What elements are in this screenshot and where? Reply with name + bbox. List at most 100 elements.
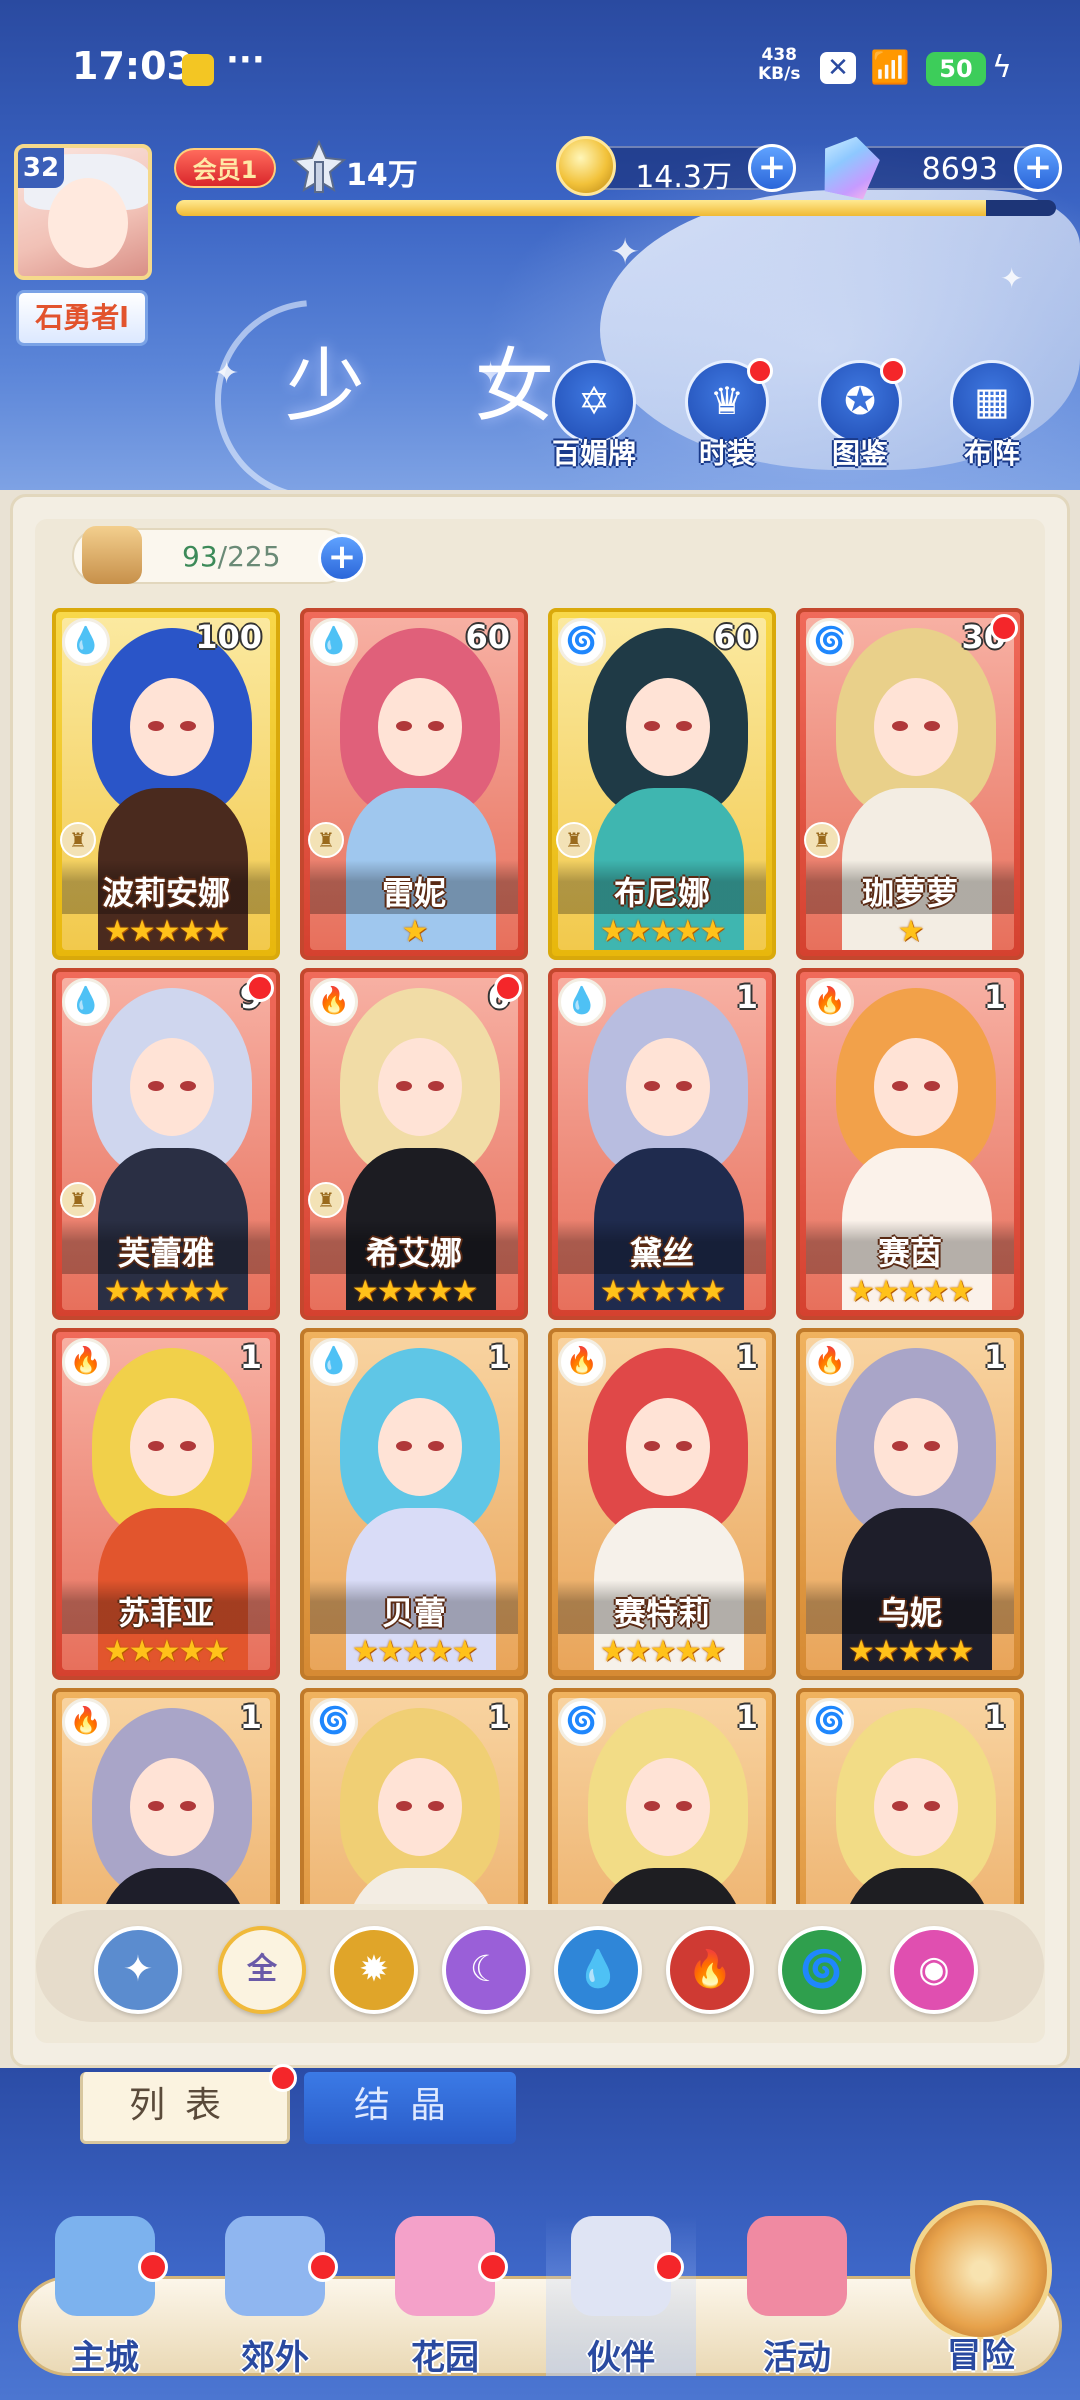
filter-wind-button[interactable]: 🌀 xyxy=(778,1926,866,2014)
function-button-4[interactable]: ▦ 布阵 xyxy=(940,360,1044,470)
partner-card[interactable]: 💧 1 黛丝 ★★★★★ xyxy=(548,968,776,1320)
partner-card[interactable]: 🌀 30 ♜ 珈萝萝 ★ xyxy=(796,608,1024,960)
function-button-3[interactable]: ✪ 图鉴 xyxy=(808,358,912,470)
sparkle-icon: ✦ xyxy=(1000,262,1024,295)
sparkle-icon: ✦ xyxy=(214,356,240,391)
nav-item-4[interactable]: 伙伴 xyxy=(546,2216,696,2378)
player-level: 32 xyxy=(18,148,64,188)
charging-icon: ϟ xyxy=(992,50,1012,85)
partner-card[interactable]: 💧 100 ♜ 波莉安娜 ★★★★★ xyxy=(52,608,280,960)
nav-item-3[interactable]: 花园 xyxy=(370,2216,520,2378)
function-button-2[interactable]: ♛ 时装 xyxy=(675,358,779,470)
function-button-1[interactable]: ✡ 百媚牌 xyxy=(542,360,646,470)
nav-adventure-label: 冒险 xyxy=(947,2336,1015,2376)
water-element-icon: 💧 xyxy=(62,618,110,666)
filter-collapse-button[interactable]: ✦ xyxy=(94,1926,182,2014)
notification-dot xyxy=(269,2064,297,2092)
filter-spirit-button[interactable]: ◉ xyxy=(890,1926,978,2014)
wind-element-icon: 🌀 xyxy=(310,1698,358,1746)
notification-dot xyxy=(308,2252,338,2282)
function-label: 图鉴 xyxy=(831,437,888,470)
partner-level: 60 xyxy=(713,618,758,656)
function-label: 百媚牌 xyxy=(551,437,636,470)
partner-name: 乌妮 xyxy=(877,1594,942,1632)
gold-amount: 14.3万 xyxy=(635,160,732,195)
avatar-face xyxy=(48,178,128,268)
partner-level: 1 xyxy=(735,978,758,1016)
partner-card[interactable]: 🌀 1 xyxy=(548,1688,776,1904)
exp-progress-bar xyxy=(176,200,1056,216)
partner-level: 60 xyxy=(465,618,510,656)
vip-badge[interactable]: 会员1 xyxy=(174,148,276,188)
partner-name: 波莉安娜 xyxy=(101,874,230,912)
nav-label: 郊外 xyxy=(241,2338,309,2378)
tab-crystal[interactable]: 结晶 xyxy=(304,2072,516,2144)
add-gems-button[interactable]: + xyxy=(1014,144,1062,192)
partner-card[interactable]: 💧9♜芙蕾雅★★★★★ xyxy=(52,968,280,1320)
partner-card[interactable]: 🔥 1 乌妮 ★★★★★ xyxy=(796,1328,1024,1680)
filter-water-button[interactable]: 💧 xyxy=(554,1926,642,2014)
capacity-text: 93/225 xyxy=(182,540,281,573)
wifi-icon: 📶 xyxy=(870,48,910,86)
player-avatar[interactable]: 32 xyxy=(14,144,152,280)
star-rating: ★★★★★ xyxy=(847,1634,974,1669)
partner-card[interactable]: 🔥 1 赛特莉 ★★★★★ xyxy=(548,1328,776,1680)
gold-coin-icon xyxy=(556,136,616,196)
partner-card[interactable]: 💧 1 贝蕾 ★★★★★ xyxy=(300,1328,528,1680)
star-rating: ★★★★★ xyxy=(351,1634,478,1669)
partner-level: 1 xyxy=(983,1698,1006,1736)
nav-item-2[interactable]: 郊外 xyxy=(200,2216,350,2378)
battery-indicator: 50 xyxy=(926,52,986,86)
filter-fire-button[interactable]: 🔥 xyxy=(666,1926,754,2014)
app-notification-icon xyxy=(182,54,214,86)
partner-name: 布尼娜 xyxy=(613,874,710,912)
filter-dark-button[interactable]: ☾ xyxy=(442,1926,530,2014)
expand-capacity-button[interactable]: + xyxy=(318,534,366,582)
fire-element-icon: 🔥 xyxy=(558,1338,606,1386)
status-bar: 17:03 ··· 438 KB/s ✕ 📶 50 ϟ xyxy=(0,0,1080,130)
partner-name: 苏菲亚 xyxy=(117,1594,214,1632)
nav-label: 花园 xyxy=(411,2338,479,2378)
tab-list[interactable]: 列表 xyxy=(80,2064,297,2144)
filter-light-button[interactable]: ✹ xyxy=(330,1926,418,2014)
star-rating: ★★★★★ xyxy=(351,1274,478,1309)
x-status-icon: ✕ xyxy=(820,52,856,84)
partner-name: 珈萝萝 xyxy=(861,874,958,912)
bag-capacity: 93/225 + xyxy=(72,526,366,584)
combat-power: 14万 xyxy=(346,158,418,193)
fire-element-icon: 🔥 xyxy=(62,1338,110,1386)
nav-item-1[interactable]: 主城 xyxy=(30,2216,180,2378)
partner-name: 芙蕾雅 xyxy=(117,1234,214,1272)
partner-card[interactable]: 🔥 1 xyxy=(52,1688,280,1904)
partner-card[interactable]: 🌀 1 xyxy=(796,1688,1024,1904)
wind-element-icon: 🌀 xyxy=(806,618,854,666)
player-name[interactable]: 石勇者l xyxy=(16,290,148,346)
partner-level: 1 xyxy=(487,1698,510,1736)
clock: 17:03 xyxy=(72,44,193,88)
exp-progress-fill xyxy=(176,200,986,216)
nav-label: 伙伴 xyxy=(587,2338,655,2378)
gem-resource: 8693 + xyxy=(846,144,1062,192)
nav-label: 主城 xyxy=(71,2338,139,2378)
nav-label: 活动 xyxy=(763,2338,831,2378)
partner-card[interactable]: 💧 60 ♜ 雷妮 ★ xyxy=(300,608,528,960)
nav-adventure[interactable]: 冒险 xyxy=(906,2200,1056,2376)
partner-card[interactable]: 🌀 60 ♜ 布尼娜 ★★★★★ xyxy=(548,608,776,960)
wind-element-icon: 🌀 xyxy=(806,1698,854,1746)
wind-element-icon: 🌀 xyxy=(558,618,606,666)
partner-card[interactable]: 🔥 1 苏菲亚 ★★★★★ xyxy=(52,1328,280,1680)
partner-card[interactable]: 🔥 1 赛茵 ★★★★★ xyxy=(796,968,1024,1320)
wind-element-icon: 🌀 xyxy=(558,1698,606,1746)
filter-all-button[interactable]: 全 xyxy=(218,1926,306,2014)
add-gold-button[interactable]: + xyxy=(748,144,796,192)
star-rating: ★★★★★ xyxy=(599,1634,726,1669)
nav-item-5[interactable]: 活动 xyxy=(722,2216,872,2378)
partner-card[interactable]: 🔥6♜希艾娜★★★★★ xyxy=(300,968,528,1320)
more-notifications: ··· xyxy=(226,40,265,80)
partner-grid: 💧 100 ♜ 波莉安娜 ★★★★★ 💧 60 ♜ 雷妮 ★ 🌀 60 ♜ 布尼娜 ★★★★★ 🌀 30 ♜ 珈萝萝… xyxy=(52,608,1032,1904)
fire-element-icon: 🔥 xyxy=(806,978,854,1026)
function-label: 时装 xyxy=(698,437,755,470)
water-element-icon: 💧 xyxy=(310,1338,358,1386)
fire-element-icon: 🔥 xyxy=(806,1338,854,1386)
partner-card[interactable]: 🌀 1 xyxy=(300,1688,528,1904)
